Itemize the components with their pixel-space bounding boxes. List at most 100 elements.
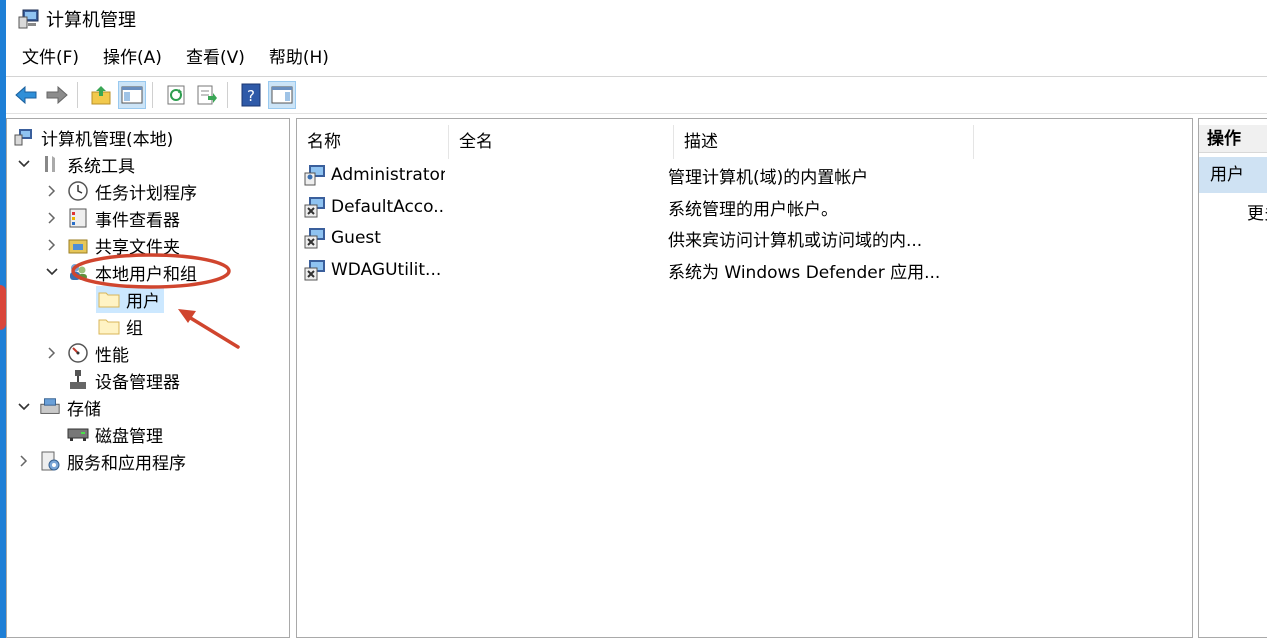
column-header-full-name[interactable]: 全名 xyxy=(449,125,674,159)
menu-bar: 文件(F) 操作(A) 查看(V) 帮助(H) xyxy=(6,42,1267,74)
actions-section-users[interactable]: 用户 xyxy=(1199,157,1267,193)
user-description: 系统为 Windows Defender 应用... xyxy=(668,262,941,283)
tree-label: 服务和应用程序 xyxy=(67,453,186,474)
export-list-button[interactable] xyxy=(193,81,221,109)
users-group-icon xyxy=(67,261,89,283)
performance-gauge-icon xyxy=(67,342,89,364)
help-button[interactable]: ? xyxy=(237,81,265,109)
tree-item-disk-management[interactable]: 磁盘管理 xyxy=(45,421,163,447)
tree-item-shared-folders[interactable]: 共享文件夹 xyxy=(45,232,180,258)
help-icon: ? xyxy=(241,83,261,107)
tree-label: 共享文件夹 xyxy=(95,237,180,258)
more-actions-link[interactable]: 更多 xyxy=(1247,199,1267,224)
tools-icon xyxy=(39,153,61,175)
services-icon xyxy=(39,450,61,472)
divider xyxy=(6,113,1267,114)
list-item-user[interactable]: Guest 供来宾访问计算机或访问域的内... xyxy=(303,224,922,252)
disk-icon xyxy=(67,423,89,445)
chevron-right-icon[interactable] xyxy=(45,346,59,360)
user-description: 供来宾访问计算机或访问域的内... xyxy=(668,230,923,251)
tree-item-groups[interactable]: 组 xyxy=(98,313,143,339)
console-tree-icon xyxy=(121,86,143,104)
tree-label: 存储 xyxy=(67,399,101,420)
shared-folder-icon xyxy=(67,234,89,256)
back-button[interactable] xyxy=(12,81,40,109)
list-item-user[interactable]: Administrator 管理计算机(域)的内置帐户 xyxy=(303,161,868,189)
toolbar-separator xyxy=(77,82,78,108)
tree-label: 组 xyxy=(126,318,143,339)
back-arrow-icon xyxy=(15,85,37,105)
tree-item-task-scheduler[interactable]: 任务计划程序 xyxy=(45,178,197,204)
up-level-button[interactable] xyxy=(87,81,115,109)
toolbar-separator xyxy=(152,82,153,108)
list-header: 名称 全名 描述 xyxy=(297,125,974,159)
selection-highlight: 用户 xyxy=(96,285,164,313)
column-header-name[interactable]: 名称 xyxy=(297,125,449,159)
action-pane-icon xyxy=(271,86,293,104)
forward-arrow-icon xyxy=(46,85,68,105)
chevron-down-icon[interactable] xyxy=(17,400,31,414)
user-account-icon xyxy=(304,165,325,186)
tree-item-performance[interactable]: 性能 xyxy=(45,340,129,366)
toolbar-separator xyxy=(227,82,228,108)
menu-file[interactable]: 文件(F) xyxy=(10,42,91,74)
chevron-right-icon[interactable] xyxy=(45,211,59,225)
chevron-down-icon[interactable] xyxy=(45,265,59,279)
column-header-description[interactable]: 描述 xyxy=(674,125,974,159)
list-item-user[interactable]: DefaultAcco... 系统管理的用户帐户。 xyxy=(303,193,838,221)
forward-button[interactable] xyxy=(43,81,71,109)
user-name: DefaultAcco... xyxy=(331,197,445,217)
tree-item-device-manager[interactable]: 设备管理器 xyxy=(45,367,180,393)
tree-item-root[interactable]: 计算机管理(本地) xyxy=(13,124,173,150)
computer-management-icon xyxy=(18,9,39,29)
export-list-icon xyxy=(197,85,217,105)
window-title: 计算机管理 xyxy=(46,10,136,31)
tree-label: 系统工具 xyxy=(67,156,135,177)
user-description: 管理计算机(域)的内置帐户 xyxy=(668,167,869,188)
tree-item-users[interactable]: 用户 xyxy=(96,285,164,313)
tree-label: 用户 xyxy=(126,291,160,312)
disabled-user-icon xyxy=(304,197,325,218)
tree-item-event-viewer[interactable]: 事件查看器 xyxy=(45,205,180,231)
tree-label: 设备管理器 xyxy=(95,372,180,393)
menu-help[interactable]: 帮助(H) xyxy=(257,42,341,74)
refresh-button[interactable] xyxy=(162,81,190,109)
computer-management-icon xyxy=(13,126,35,148)
disabled-user-icon xyxy=(304,260,325,281)
tree-label: 任务计划程序 xyxy=(95,183,197,204)
folder-up-icon xyxy=(91,86,111,105)
tree-label: 事件查看器 xyxy=(95,210,180,231)
chevron-right-icon[interactable] xyxy=(45,184,59,198)
user-name: Guest xyxy=(331,228,381,248)
tree-label: 本地用户和组 xyxy=(95,264,197,285)
actions-pane: 操作 用户 更多 xyxy=(1198,118,1267,638)
user-description: 系统管理的用户帐户。 xyxy=(668,199,838,220)
show-hide-tree-button[interactable] xyxy=(118,81,146,109)
menu-view[interactable]: 查看(V) xyxy=(174,42,257,74)
tree-item-local-users-groups[interactable]: 本地用户和组 xyxy=(45,259,197,285)
show-hide-action-pane-button[interactable] xyxy=(268,81,296,109)
tree-item-storage[interactable]: 存储 xyxy=(17,394,101,420)
svg-text:?: ? xyxy=(247,87,255,105)
tree-label: 计算机管理(本地) xyxy=(41,129,174,150)
disabled-user-icon xyxy=(304,228,325,249)
user-name: Administrator xyxy=(331,165,445,185)
console-tree-pane: 计算机管理(本地) 系统工具 任务计划程序 事件查看器 共享文件夹 本地用户和组… xyxy=(6,118,290,638)
user-name: WDAGUtilit... xyxy=(331,260,442,280)
storage-icon xyxy=(39,396,61,418)
list-item-user[interactable]: WDAGUtilit... 系统为 Windows Defender 应用... xyxy=(303,256,940,284)
tree-label: 性能 xyxy=(95,345,129,366)
toolbar: ? xyxy=(6,77,1267,113)
tree-item-services-apps[interactable]: 服务和应用程序 xyxy=(17,448,186,474)
folder-icon xyxy=(98,315,120,337)
title-bar: 计算机管理 xyxy=(6,0,1267,38)
chevron-right-icon[interactable] xyxy=(45,238,59,252)
details-list-pane: 名称 全名 描述 Administrator 管理计算机(域)的内置帐户 Def… xyxy=(296,118,1193,638)
chevron-down-icon[interactable] xyxy=(17,157,31,171)
refresh-icon xyxy=(167,85,185,105)
tree-item-system-tools[interactable]: 系统工具 xyxy=(17,151,135,177)
folder-icon xyxy=(98,288,120,310)
device-manager-icon xyxy=(67,369,89,391)
chevron-right-icon[interactable] xyxy=(17,454,31,468)
menu-action[interactable]: 操作(A) xyxy=(91,42,174,74)
